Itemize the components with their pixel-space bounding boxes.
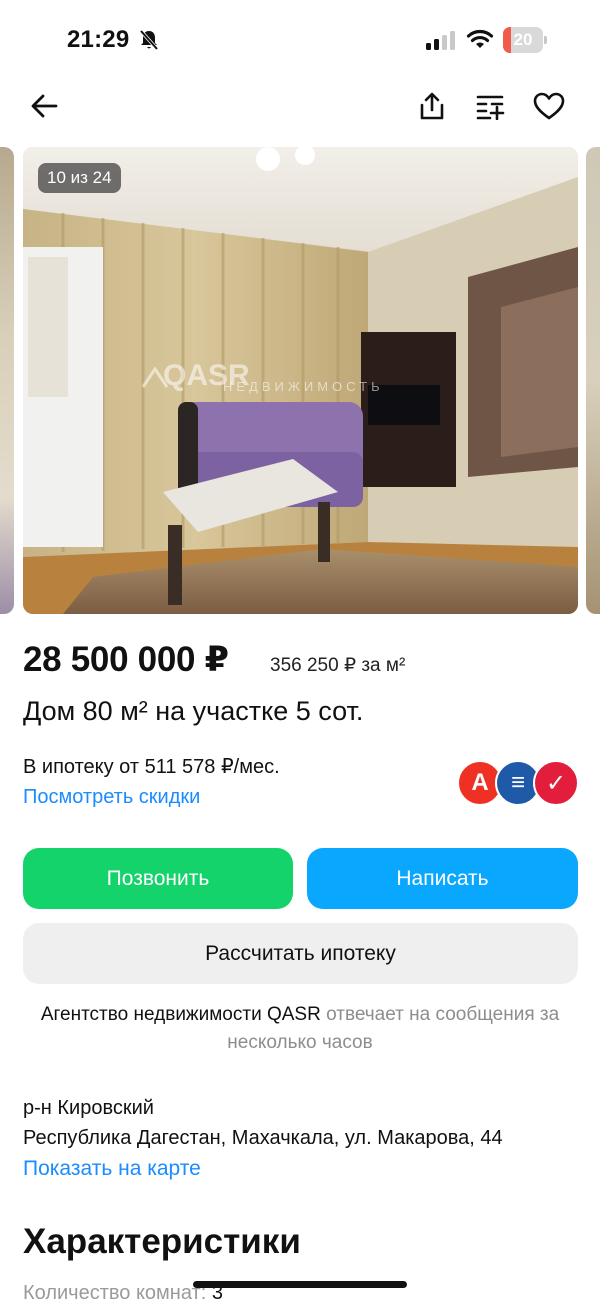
- compare-button[interactable]: [471, 86, 511, 126]
- write-button-label: Написать: [396, 866, 489, 890]
- home-indicator[interactable]: [193, 1281, 407, 1288]
- share-icon: [420, 92, 444, 120]
- call-button-label: Позвонить: [106, 866, 210, 890]
- bank-logos[interactable]: А ≡ ✓: [457, 760, 579, 806]
- agency-name[interactable]: Агентство недвижимости QASR: [41, 1004, 321, 1025]
- battery-level: 20: [513, 30, 533, 49]
- next-photo-peek[interactable]: [586, 147, 600, 614]
- previous-photo-peek[interactable]: [0, 147, 14, 614]
- battery-icon: 20: [503, 27, 547, 53]
- write-message-button[interactable]: Написать: [307, 848, 578, 909]
- back-arrow-icon: [31, 94, 58, 118]
- district: р-н Кировский: [23, 1097, 154, 1119]
- wifi-icon: [466, 29, 494, 48]
- back-button[interactable]: [24, 86, 64, 126]
- listing-title: Дом 80 м² на участке 5 сот.: [23, 696, 364, 726]
- compare-list-icon: [476, 95, 505, 120]
- view-discounts-link[interactable]: Посмотреть скидки: [23, 786, 200, 809]
- status-bar: 21:29 20: [0, 0, 600, 80]
- status-time: 21:29: [67, 26, 130, 53]
- calculate-mortgage-button[interactable]: Рассчитать ипотеку: [23, 923, 578, 984]
- address: Республика Дагестан, Махачкала, ул. Мака…: [23, 1127, 503, 1149]
- price-per-square-meter: 356 250 ₽ за м²: [270, 655, 406, 676]
- pochta-bank-logo-icon: ✓: [533, 760, 579, 806]
- photo-counter: 10 из 24: [38, 163, 121, 193]
- cellular-signal-icon: [426, 31, 455, 50]
- price: 28 500 000 ₽: [23, 640, 229, 679]
- agency-response-note: Агентство недвижимости QASR отвечает на …: [40, 1001, 560, 1057]
- listing-photo[interactable]: QASR НЕДВИЖИМОСТЬ: [23, 147, 578, 614]
- watermark-subtitle: НЕДВИЖИМОСТЬ: [223, 379, 384, 394]
- photo-gallery[interactable]: QASR НЕДВИЖИМОСТЬ: [0, 147, 600, 614]
- calc-button-label: Рассчитать ипотеку: [205, 941, 396, 965]
- characteristic-label: Количество комнат:: [23, 1282, 212, 1304]
- call-button[interactable]: Позвонить: [23, 848, 293, 909]
- show-on-map-link[interactable]: Показать на карте: [23, 1157, 201, 1181]
- favorite-button[interactable]: [529, 86, 569, 126]
- share-button[interactable]: [412, 86, 452, 126]
- mortgage-offer: В ипотеку от 511 578 ₽/мес.: [23, 756, 280, 778]
- heart-icon: [533, 92, 565, 120]
- characteristics-title: Характеристики: [23, 1222, 301, 1261]
- bell-off-icon: [139, 29, 159, 51]
